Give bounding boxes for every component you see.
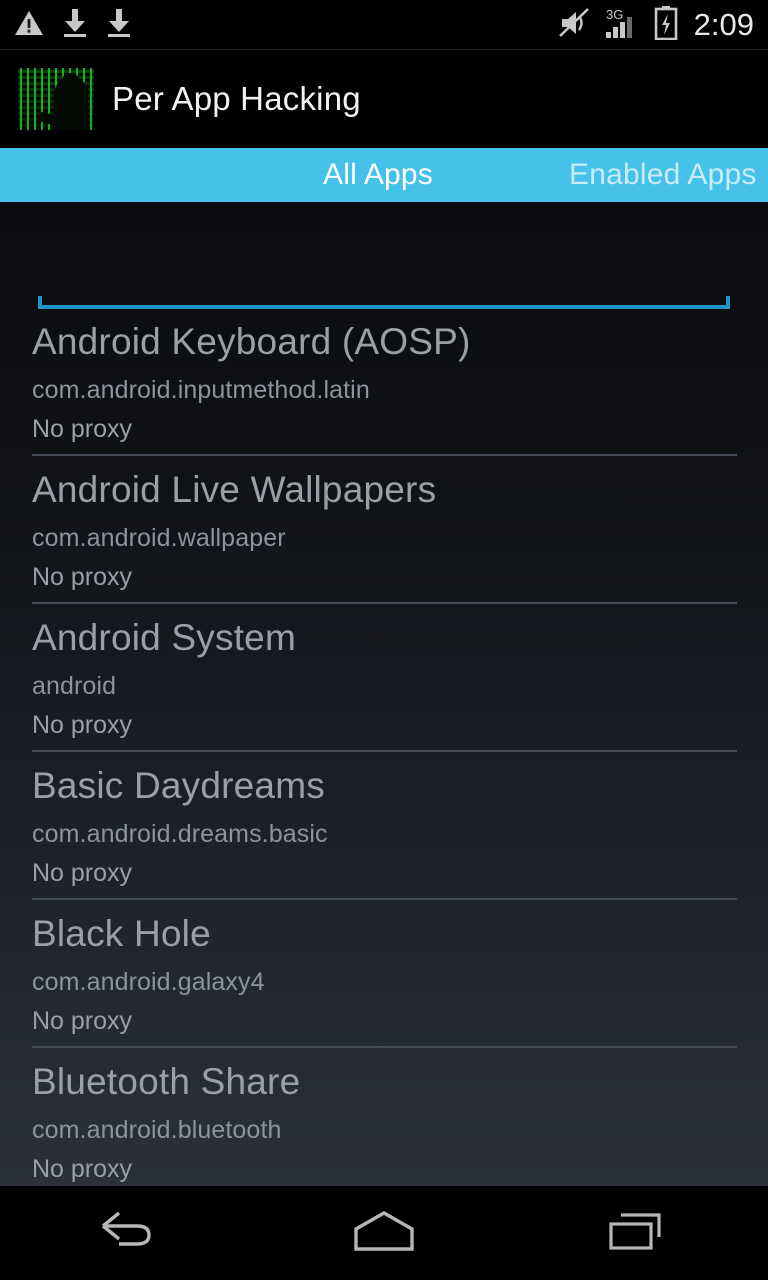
app-proxy-status: No proxy [32, 711, 133, 739]
app-name: Black Hole [32, 913, 211, 954]
page-title: Per App Hacking [112, 80, 361, 117]
app-name: Android Keyboard (AOSP) [32, 321, 471, 362]
app-list-item[interactable]: Android System android No proxy [0, 604, 768, 752]
app-package-name: com.android.wallpaper [32, 524, 286, 552]
matrix-hacker-icon [18, 68, 94, 130]
app-list-item[interactable]: Android Live Wallpapers com.android.wallp… [0, 456, 768, 604]
search-container [0, 202, 768, 309]
tab-enabled-apps[interactable]: Enabled Apps [569, 158, 757, 192]
status-bar-clock: 2:09 [693, 7, 754, 42]
app-name: Basic Daydreams [32, 765, 325, 806]
back-button[interactable] [53, 1186, 203, 1280]
app-package-name: com.android.dreams.basic [32, 820, 328, 848]
status-bar-system-icons: 3G 2:09 [558, 5, 754, 45]
action-bar: Per App Hacking [0, 50, 768, 148]
navigation-bar [0, 1186, 768, 1280]
app-package-name: com.android.bluetooth [32, 1116, 282, 1144]
phone-screen: 3G 2:09 Per App Hacking All Apps Enabled… [0, 0, 768, 1280]
home-icon [344, 1207, 424, 1260]
warning-triangle-icon [14, 9, 44, 42]
app-package-name: com.android.galaxy4 [32, 968, 265, 996]
app-proxy-status: No proxy [32, 415, 133, 443]
app-list[interactable]: Android Keyboard (AOSP) com.android.input… [0, 308, 768, 1186]
recents-icon [605, 1207, 675, 1260]
back-icon [97, 1207, 159, 1260]
download-icon [106, 8, 132, 43]
content-area: Android Keyboard (AOSP) com.android.input… [0, 202, 768, 1186]
recents-button[interactable] [565, 1186, 715, 1280]
home-button[interactable] [309, 1186, 459, 1280]
signal-3g-label: 3G [606, 7, 623, 22]
tab-all-apps[interactable]: All Apps [323, 158, 433, 192]
signal-3g-icon: 3G [604, 6, 642, 45]
tab-bar: All Apps Enabled Apps [0, 148, 768, 202]
app-name: Android Live Wallpapers [32, 469, 437, 510]
app-list-item[interactable]: Android Keyboard (AOSP) com.android.input… [0, 308, 768, 456]
app-package-name: android [32, 672, 117, 700]
app-list-item[interactable]: Bluetooth Share com.android.bluetooth No p… [0, 1048, 768, 1186]
app-proxy-status: No proxy [32, 859, 133, 887]
app-proxy-status: No proxy [32, 1007, 133, 1035]
app-name: Android System [32, 617, 296, 658]
app-list-item[interactable]: Black Hole com.android.galaxy4 No proxy [0, 900, 768, 1048]
app-list-item[interactable]: Basic Daydreams com.android.dreams.basic N… [0, 752, 768, 900]
app-package-name: com.android.inputmethod.latin [32, 376, 370, 404]
battery-charging-icon [654, 5, 678, 45]
search-input[interactable] [38, 236, 730, 298]
app-name: Bluetooth Share [32, 1061, 301, 1102]
status-bar: 3G 2:09 [0, 0, 768, 50]
volume-muted-icon [558, 7, 592, 44]
download-icon [62, 8, 88, 43]
app-proxy-status: No proxy [32, 1155, 133, 1183]
hacker-silhouette [54, 73, 88, 130]
status-bar-notifications [14, 8, 132, 43]
app-proxy-status: No proxy [32, 563, 133, 591]
